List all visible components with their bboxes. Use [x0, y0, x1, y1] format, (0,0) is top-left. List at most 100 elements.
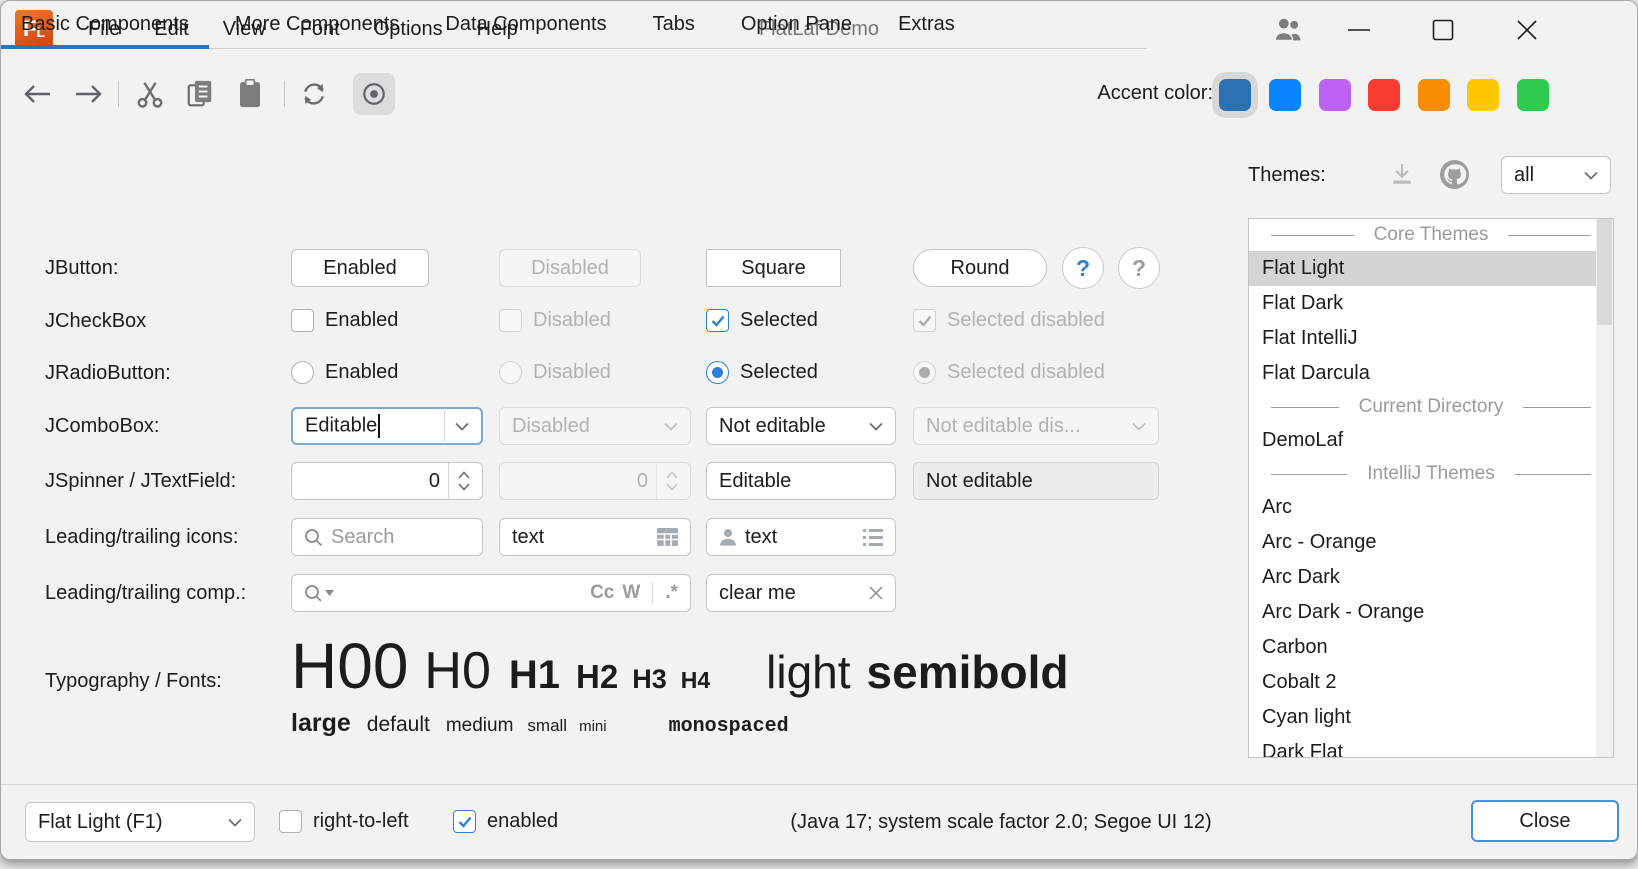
eye-icon: [361, 81, 387, 107]
checkbox-disabled: Disabled: [499, 309, 611, 332]
whole-word-button[interactable]: W: [622, 582, 640, 604]
tab-more-components[interactable]: More Components: [215, 1, 420, 48]
theme-item-cobalt-2[interactable]: Cobalt 2: [1249, 665, 1613, 700]
paste-button[interactable]: [229, 73, 271, 115]
help-button[interactable]: ?: [1062, 247, 1104, 289]
scrollbar-thumb[interactable]: [1597, 219, 1612, 325]
accent-swatch-blue[interactable]: [1269, 79, 1301, 111]
regex-button[interactable]: .*: [665, 582, 678, 604]
search-options-field[interactable]: Cc W .*: [291, 574, 691, 612]
spinner[interactable]: 0: [291, 462, 483, 500]
maximize-button[interactable]: [1423, 15, 1463, 45]
theme-item-flat-intellij[interactable]: Flat IntelliJ: [1249, 321, 1613, 356]
round-button[interactable]: Round: [913, 249, 1047, 287]
theme-item-flat-darcula[interactable]: Flat Darcula: [1249, 356, 1613, 391]
tab-extras[interactable]: Extras: [878, 1, 975, 48]
theme-item-flat-light[interactable]: Flat Light: [1249, 251, 1613, 286]
checkbox: [499, 309, 522, 332]
back-button[interactable]: [17, 73, 59, 115]
textfield-editable[interactable]: Editable: [706, 462, 896, 500]
chevron-down-icon: [664, 422, 678, 431]
h0-sample: H0: [424, 641, 490, 701]
radio-button[interactable]: [291, 361, 314, 384]
checkbox[interactable]: [706, 309, 729, 332]
clear-icon[interactable]: [869, 586, 883, 600]
forward-arrow-icon: [74, 84, 102, 104]
themes-separator: Current Directory: [1249, 391, 1613, 423]
disabled-button: Disabled: [499, 249, 641, 287]
checkbox-enabled[interactable]: Enabled: [291, 309, 398, 332]
cut-button[interactable]: [129, 73, 171, 115]
table-icon[interactable]: [657, 528, 678, 546]
copy-button[interactable]: [179, 73, 221, 115]
theme-item-cyan-light[interactable]: Cyan light: [1249, 700, 1613, 735]
radio-selected-disabled: Selected disabled: [913, 361, 1105, 384]
list-icon[interactable]: [863, 529, 883, 546]
h00-sample: H00: [291, 629, 408, 703]
download-icon: [1389, 161, 1415, 187]
checkbox-selected[interactable]: Selected: [706, 309, 818, 332]
clearable-field[interactable]: clear me: [706, 574, 896, 612]
accent-swatch-orange[interactable]: [1418, 79, 1450, 111]
refresh-button[interactable]: [293, 73, 335, 115]
theme-item-flat-dark[interactable]: Flat Dark: [1249, 286, 1613, 321]
radio-selected[interactable]: Selected: [706, 361, 818, 384]
jcheckbox-label: JCheckBox: [45, 307, 146, 335]
users-button[interactable]: [1269, 15, 1309, 45]
enabled-checkbox[interactable]: enabled: [453, 810, 558, 833]
checkbox[interactable]: [453, 810, 476, 833]
text-caret: [378, 414, 380, 438]
enabled-button[interactable]: Enabled: [291, 249, 429, 287]
accent-swatch-yellow[interactable]: [1467, 79, 1499, 111]
theme-item-demolaf[interactable]: DemoLaf: [1249, 423, 1613, 458]
laf-selector-combobox[interactable]: Flat Light (F1): [25, 802, 255, 842]
spinner-arrows-icon[interactable]: [458, 471, 470, 491]
tab-tabs[interactable]: Tabs: [633, 1, 715, 48]
inspect-toggle-button[interactable]: [353, 73, 395, 115]
theme-item-dark-flat[interactable]: Dark Flat: [1249, 735, 1613, 758]
forward-button[interactable]: [67, 73, 109, 115]
tab-option-pane[interactable]: Option Pane: [721, 1, 872, 48]
checkbox: [913, 309, 936, 332]
accent-swatch-red[interactable]: [1368, 79, 1400, 111]
theme-item-arc-dark-orange[interactable]: Arc Dark - Orange: [1249, 595, 1613, 630]
match-case-button[interactable]: Cc: [590, 582, 614, 604]
search-with-menu-button[interactable]: [304, 584, 334, 603]
minimize-button[interactable]: [1339, 15, 1379, 45]
checkbox[interactable]: [291, 309, 314, 332]
radio-button[interactable]: [706, 361, 729, 384]
tab-data-components[interactable]: Data Components: [425, 1, 626, 48]
text-field-table-icon[interactable]: text: [499, 518, 691, 556]
typography-label: Typography / Fonts:: [45, 667, 222, 695]
rtl-checkbox[interactable]: right-to-left: [279, 810, 409, 833]
github-icon: [1439, 159, 1470, 190]
download-themes-button[interactable]: [1389, 161, 1415, 187]
accent-swatch-green[interactable]: [1517, 79, 1549, 111]
tab-basic-components[interactable]: Basic Components: [1, 1, 209, 48]
cut-icon: [135, 79, 165, 109]
close-window-button[interactable]: [1507, 15, 1547, 45]
chevron-down-icon: [228, 818, 242, 827]
themes-scrollbar[interactable]: [1596, 219, 1613, 757]
search-field[interactable]: Search: [291, 518, 483, 556]
checkbox[interactable]: [279, 810, 302, 833]
text-field-user-list[interactable]: text: [706, 518, 896, 556]
leading-trailing-comp-label: Leading/trailing comp.:: [45, 579, 246, 607]
accent-swatch-purple[interactable]: [1319, 79, 1351, 111]
accent-color-label: Accent color:: [1073, 82, 1213, 105]
github-link-button[interactable]: [1439, 159, 1470, 190]
theme-item-arc[interactable]: Arc: [1249, 490, 1613, 525]
semibold-sample: semibold: [867, 645, 1069, 699]
radio-enabled[interactable]: Enabled: [291, 361, 398, 384]
square-button[interactable]: Square: [706, 249, 841, 287]
combobox-editable[interactable]: Editable: [291, 407, 483, 445]
jspinner-label: JSpinner / JTextField:: [45, 467, 236, 495]
accent-swatch-blue-default[interactable]: [1219, 79, 1251, 111]
themes-filter-combobox[interactable]: all: [1501, 156, 1611, 194]
theme-item-carbon[interactable]: Carbon: [1249, 630, 1613, 665]
combobox-not-editable[interactable]: Not editable: [706, 407, 896, 445]
theme-item-arc-dark[interactable]: Arc Dark: [1249, 560, 1613, 595]
chevron-down-icon: [869, 422, 883, 431]
theme-item-arc-orange[interactable]: Arc - Orange: [1249, 525, 1613, 560]
close-button[interactable]: Close: [1471, 800, 1619, 842]
